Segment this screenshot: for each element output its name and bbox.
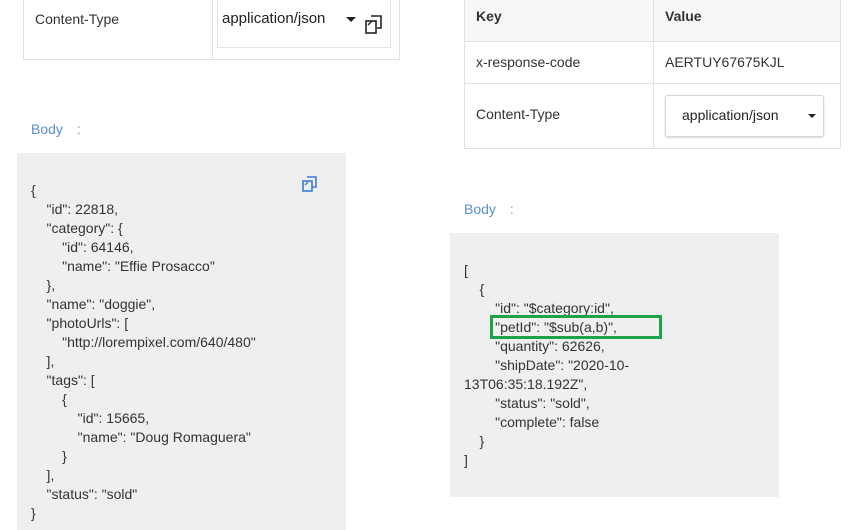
code-line: }: [31, 505, 36, 521]
chevron-down-icon: [808, 114, 816, 118]
column-header-key: Key: [476, 8, 502, 24]
response-content-type-select[interactable]: application/json: [665, 95, 824, 137]
request-header-copy-button[interactable]: [358, 0, 391, 48]
code-line: "name": "Doug Romaguera": [31, 429, 251, 445]
response-body-label-text: Body: [464, 201, 496, 217]
copy-icon: [365, 15, 382, 34]
copy-icon: [302, 176, 317, 192]
request-content-type-select[interactable]: application/json: [217, 0, 362, 48]
code-line: {: [31, 182, 36, 198]
column-header-value: Value: [665, 8, 702, 24]
code-line: ],: [31, 353, 55, 369]
request-body-label-text: Body: [31, 121, 63, 137]
request-header-key: Content-Type: [35, 11, 120, 27]
request-headers-table: Content-Type application/json: [23, 0, 400, 60]
code-line: },: [31, 277, 56, 293]
petid-highlight-box: [490, 315, 662, 339]
response-body-label: Body:: [464, 201, 514, 217]
code-line: "name": "doggie",: [31, 296, 156, 312]
code-line: "http://lorempixel.com/640/480": [31, 334, 256, 350]
request-body-code: { "id": 22818, "category": { "id": 64146…: [17, 153, 346, 530]
code-line: {: [464, 281, 485, 297]
request-header-key-cell: Content-Type: [24, 0, 213, 59]
response-body-code: [ { "id": "$category:id", "petId": "$sub…: [450, 233, 779, 497]
response-headers-table: Key Value x-response-code AERTUY67675KJL…: [464, 0, 841, 149]
table-row: Content-Type application/json: [465, 83, 840, 148]
code-line: "name": "Effie Prosacco": [31, 258, 215, 274]
code-line: ]: [464, 452, 468, 468]
code-line: "complete": false: [464, 414, 600, 430]
code-line: }: [31, 448, 67, 464]
code-line: "shipDate": "2020-10-: [464, 357, 630, 373]
code-line: {: [31, 391, 67, 407]
table-row: x-response-code AERTUY67675KJL: [465, 41, 840, 84]
response-header-key: x-response-code: [476, 54, 581, 70]
response-content-type-value: application/json: [682, 107, 779, 123]
code-line: "status": "sold",: [464, 395, 590, 411]
code-line: 13T06:35:18.192Z",: [464, 376, 588, 392]
response-header-key: Content-Type: [476, 106, 561, 122]
request-content-type-value: application/json: [222, 10, 326, 27]
response-headers-header-row: Key Value: [465, 0, 840, 42]
code-line: "id": 22818,: [31, 201, 118, 217]
request-body-copy-button[interactable]: [300, 175, 319, 197]
code-line: "status": "sold": [31, 486, 138, 502]
code-line: "id": 64146,: [31, 239, 134, 255]
code-line: "quantity": 62626,: [464, 338, 605, 354]
response-body-label-colon: :: [509, 201, 514, 217]
code-line: "photoUrls": [: [31, 315, 129, 331]
chevron-down-icon: [346, 17, 356, 22]
code-line: ],: [31, 467, 55, 483]
response-header-value: AERTUY67675KJL: [665, 54, 785, 70]
code-line: "id": 15665,: [31, 410, 150, 426]
code-line: "category": {: [31, 220, 123, 236]
code-line: "tags": [: [31, 372, 95, 388]
request-body-label-colon: :: [76, 121, 81, 137]
request-header-value-cell: application/json: [212, 0, 399, 59]
code-line: }: [464, 433, 485, 449]
request-body-label: Body:: [31, 121, 81, 137]
code-line: [: [464, 262, 468, 278]
